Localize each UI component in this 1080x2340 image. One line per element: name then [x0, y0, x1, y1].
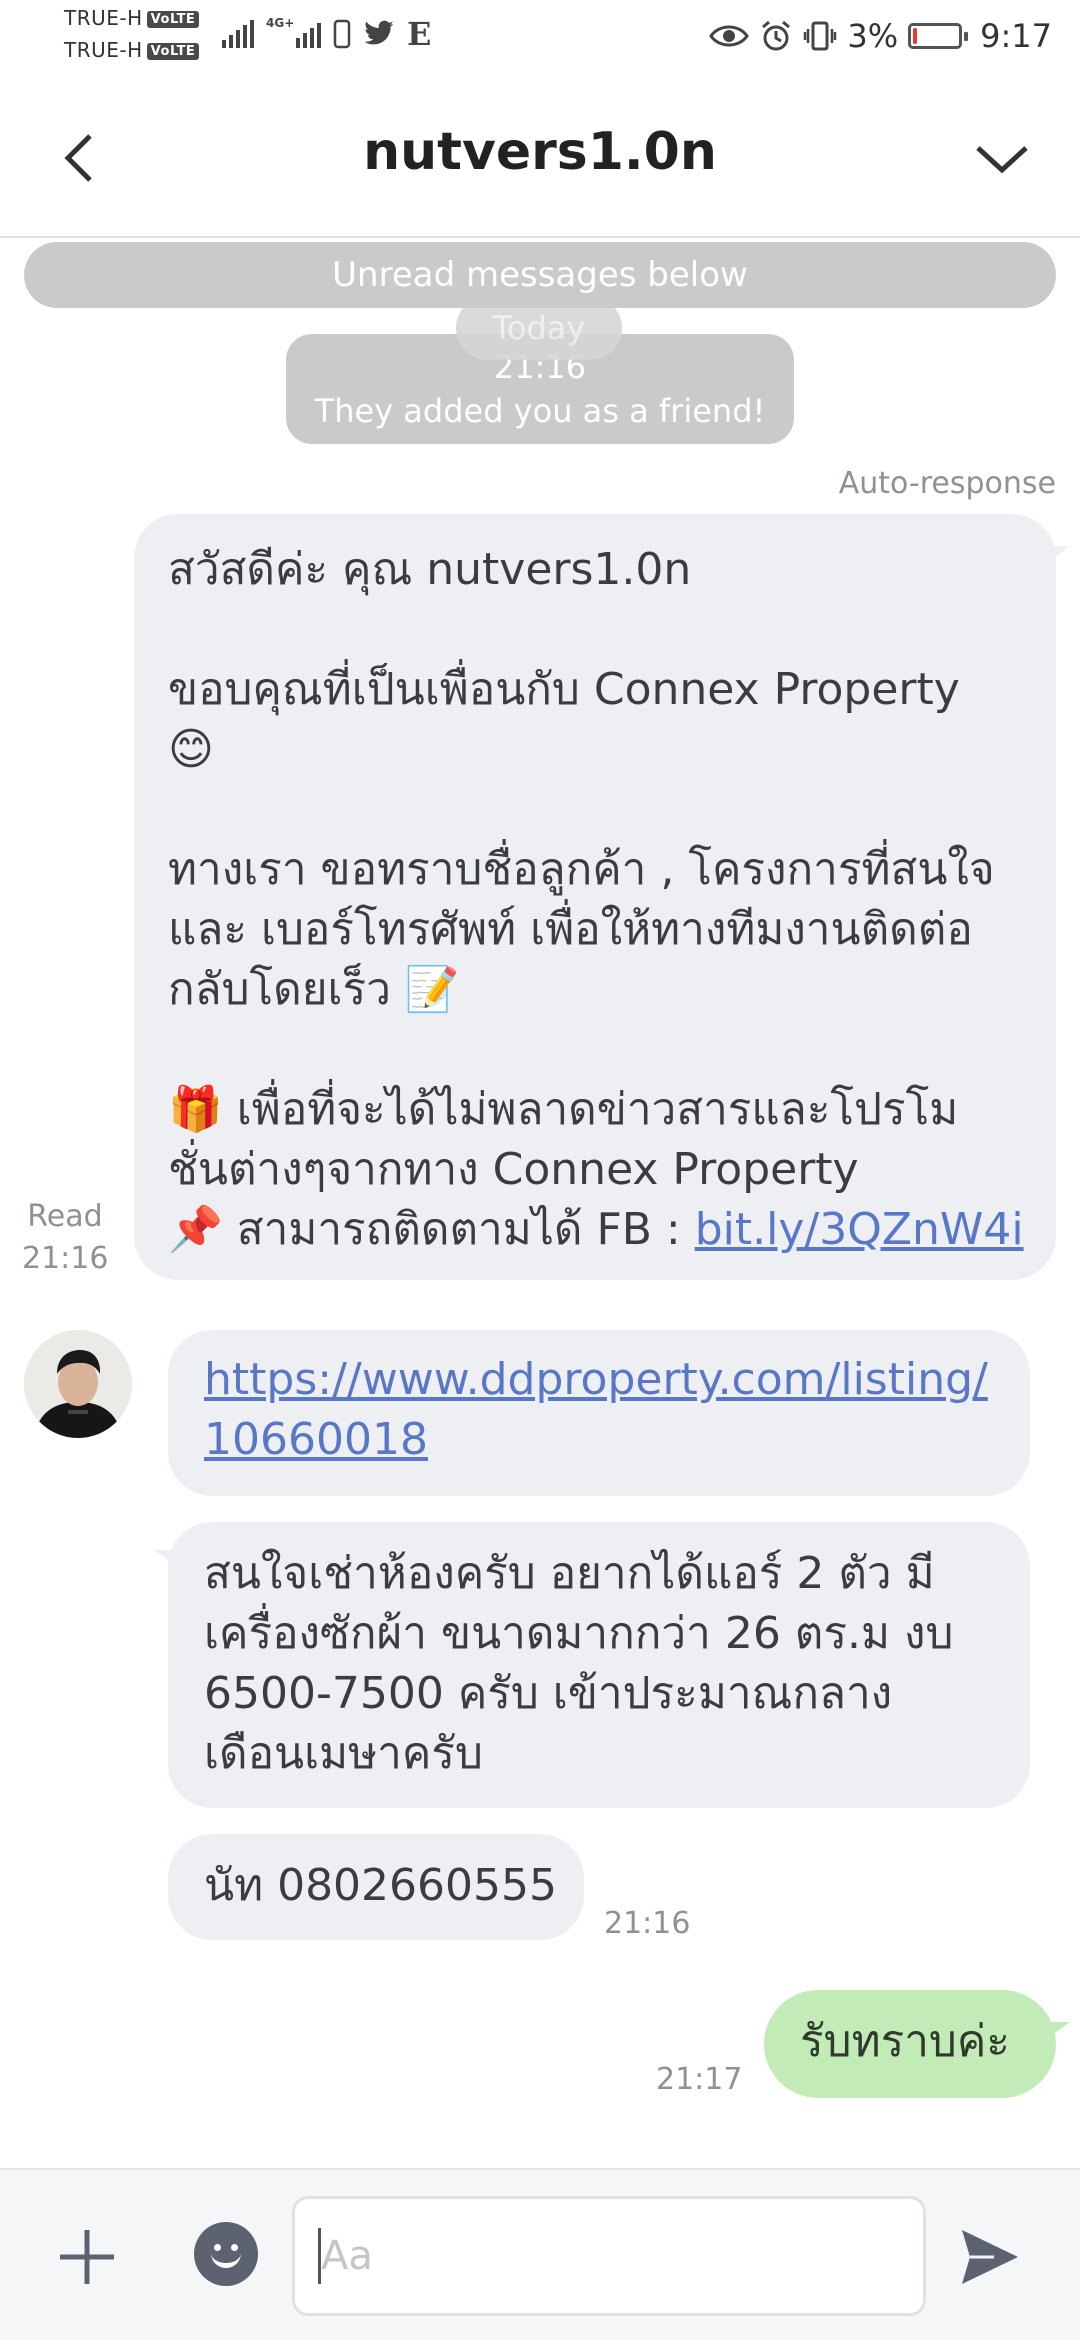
sim-icon — [333, 19, 351, 49]
signal-icon — [222, 20, 254, 48]
battery-percent: 3% — [847, 17, 899, 55]
message-line: ขอบคุณที่เป็นเพื่อนกับ Connex Property — [168, 664, 960, 715]
message-line: 🎁 เพื่อที่จะได้ไม่พลาดข่าวสารและโปรโม — [168, 1084, 959, 1135]
emoji-button[interactable] — [194, 2222, 258, 2286]
avatar[interactable] — [24, 1330, 132, 1438]
message-text: รับทราบค่ะ — [800, 2016, 1010, 2067]
volte-badge: VoLTE — [146, 11, 200, 28]
clock: 9:17 — [980, 17, 1052, 55]
status-icons-right: 3% 9:17 — [709, 14, 1052, 58]
listing-link[interactable]: https://www.ddproperty.com/listing/ — [204, 1350, 996, 1410]
outgoing-reply-bubble[interactable]: รับทราบค่ะ — [764, 1990, 1070, 2098]
message-input-bar — [0, 2168, 1080, 2340]
header-menu-button[interactable] — [972, 128, 1032, 188]
plus-icon — [60, 2230, 114, 2284]
listing-link[interactable]: 10660018 — [204, 1410, 996, 1470]
unread-messages-bar[interactable]: Unread messages below — [24, 242, 1056, 308]
message-time: 21:16 — [604, 1906, 691, 1941]
chat-header: nutvers1.0n — [0, 76, 1080, 238]
carrier-1: TRUE-H VoLTE — [64, 6, 200, 30]
message-line: 6500-7500 ครับ เข้าประมาณกลาง — [204, 1668, 893, 1719]
send-button[interactable] — [960, 2228, 1020, 2286]
carrier-2: TRUE-H VoLTE — [64, 38, 200, 62]
read-receipt: Read 21:16 — [22, 1196, 108, 1280]
auto-response-bubble[interactable]: สวัสดีค่ะ คุณ nutvers1.0n ขอบคุณที่เป็นเ… — [134, 514, 1070, 1280]
signal-icon: 4G+ — [266, 16, 321, 48]
message-line: ทางเรา ขอทราบชื่อลูกค้า , โครงการที่สนใจ — [168, 844, 995, 895]
message-line: สวัสดีค่ะ คุณ nutvers1.0n — [168, 544, 692, 595]
vibrate-icon — [804, 21, 837, 51]
status-bar: TRUE-H VoLTE TRUE-H VoLTE 4G+ E 3% 9:17 — [0, 0, 1080, 76]
chevron-down-icon — [976, 146, 1028, 174]
message-line: สนใจเช่าห้องครับ อยากได้แอร์ 2 ตัว มี — [204, 1548, 935, 1599]
message-input[interactable] — [292, 2196, 926, 2316]
message-line: เดือนเมษาครับ — [204, 1728, 483, 1779]
message-line: กลับโดยเร็ว 📝 — [168, 964, 460, 1015]
e-app-icon: E — [407, 15, 432, 53]
message-line: 😊 — [168, 724, 214, 775]
friend-added-text: They added you as a friend! — [314, 392, 766, 430]
send-icon — [962, 2230, 1018, 2284]
message-line: 📌 สามารถติดตามได้ FB : bit.ly/3QZnW4i — [168, 1200, 1026, 1260]
twitter-icon — [364, 20, 394, 45]
message-text: นัท 0802660555 — [204, 1860, 558, 1911]
message-line: เครื่องซักผ้า ขนาดมากกว่า 26 ตร.ม งบ — [204, 1608, 954, 1659]
alarm-icon — [762, 20, 791, 51]
volte-badge: VoLTE — [146, 43, 200, 60]
chat-title: nutvers1.0n — [363, 122, 717, 182]
status-icons-left: 4G+ E — [222, 14, 431, 54]
auto-response-label: Auto-response — [838, 466, 1056, 501]
message-time: 21:17 — [656, 2062, 743, 2097]
incoming-link-bubble[interactable]: https://www.ddproperty.com/listing/ 1066… — [168, 1330, 1030, 1496]
incoming-phone-bubble[interactable]: นัท 0802660555 — [168, 1834, 584, 1940]
message-line: และ เบอร์โทรศัพท์ เพื่อให้ทางทีมงานติดต่… — [168, 904, 973, 955]
message-text: 📌 สามารถติดตามได้ FB : — [168, 1204, 695, 1255]
text-caret — [318, 2228, 321, 2284]
read-time: 21:16 — [22, 1241, 109, 1276]
eye-icon — [709, 25, 750, 47]
attach-button[interactable] — [54, 2224, 120, 2290]
battery-icon — [908, 23, 969, 49]
incoming-message-bubble[interactable]: สนใจเช่าห้องครับ อยากได้แอร์ 2 ตัว มี เค… — [154, 1522, 1030, 1808]
read-label: Read — [27, 1199, 103, 1234]
avatar-photo — [24, 1330, 132, 1438]
fb-link[interactable]: bit.ly/3QZnW4i — [695, 1204, 1024, 1255]
message-line: ชั่นต่างๆจากทาง Connex Property — [168, 1144, 859, 1195]
